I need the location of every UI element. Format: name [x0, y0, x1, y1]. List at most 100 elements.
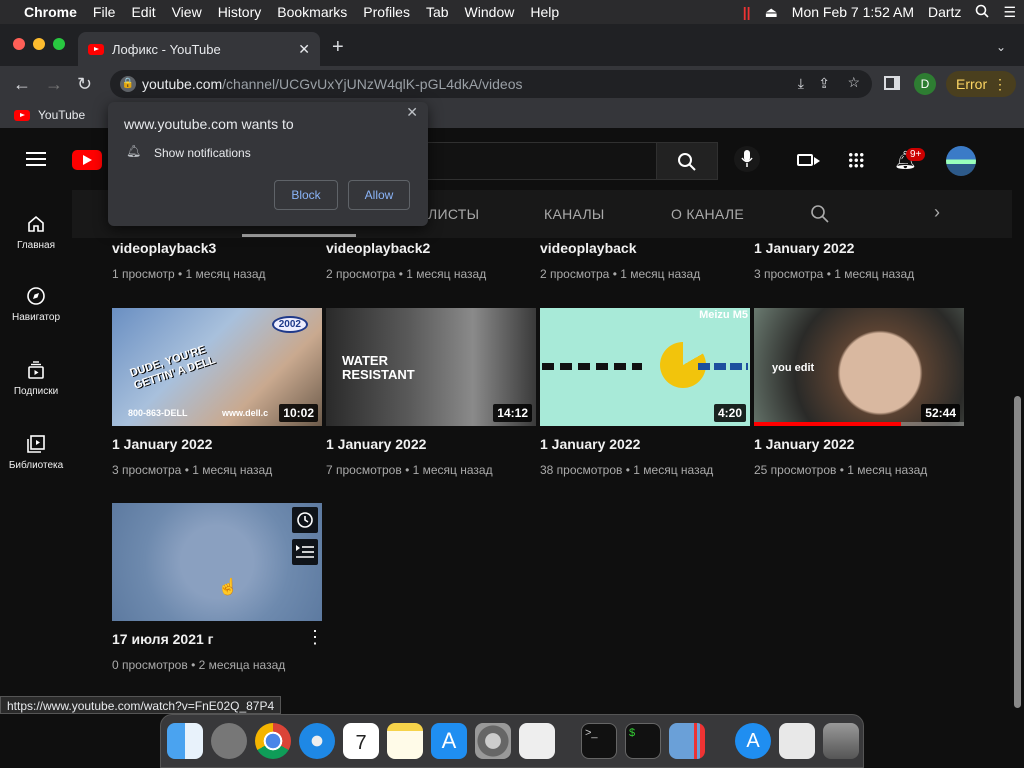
tab-search-icon[interactable]: ⌄ — [996, 38, 1006, 56]
pacman-trail — [698, 363, 748, 370]
video-thumbnail[interactable]: Meizu M5 4:20 — [540, 308, 750, 426]
video-card[interactable]: WATER RESISTANT 14:12 1 January 2022 7 п… — [326, 308, 536, 483]
recording-icon[interactable]: || — [743, 4, 751, 20]
eject-icon[interactable]: ⏏ — [765, 4, 778, 21]
video-menu-icon[interactable]: ⋮ — [306, 627, 324, 648]
video-card[interactable]: 2002 DUDE, YOU'RE GETTIN' A DELL 800-863… — [112, 308, 322, 483]
menu-help[interactable]: Help — [522, 4, 567, 20]
video-title[interactable]: 1 January 2022 — [754, 240, 854, 256]
youtube-logo[interactable] — [72, 150, 102, 170]
video-title[interactable]: videoplayback3 — [112, 240, 216, 256]
bookmark-youtube[interactable]: YouTube — [38, 108, 85, 122]
video-thumbnail[interactable]: WATER RESISTANT 14:12 — [326, 308, 536, 426]
account-avatar[interactable] — [946, 146, 976, 176]
menu-file[interactable]: File — [85, 4, 124, 20]
notes-icon[interactable] — [387, 723, 423, 759]
voice-search-icon[interactable] — [734, 146, 760, 172]
video-meta: 2 просмотра • 1 месяц назад — [540, 267, 701, 281]
menu-tab[interactable]: Tab — [418, 4, 457, 20]
menu-view[interactable]: View — [164, 4, 210, 20]
tab-channels[interactable]: КАНАЛЫ — [544, 206, 605, 222]
chrome-icon[interactable] — [255, 723, 291, 759]
launchpad-icon[interactable] — [211, 723, 247, 759]
system-preferences-icon[interactable] — [475, 723, 511, 759]
video-card[interactable]: Meizu M5 4:20 1 January 2022 38 просмотр… — [540, 308, 750, 483]
back-button[interactable]: ← — [13, 75, 31, 93]
channel-search-icon[interactable] — [810, 204, 830, 224]
minimize-window-button[interactable] — [33, 38, 45, 50]
spotlight-search-icon[interactable] — [975, 4, 990, 21]
downloads-file-icon[interactable] — [779, 723, 815, 759]
allow-button[interactable]: Allow — [348, 180, 410, 210]
sidebar-item-home[interactable]: Главная — [0, 214, 72, 251]
video-title[interactable]: 1 January 2022 — [540, 436, 640, 452]
safari-icon[interactable] — [299, 723, 335, 759]
close-tab-icon[interactable]: ✕ — [298, 41, 310, 58]
hamburger-menu-icon[interactable] — [26, 152, 46, 166]
terminal-icon[interactable]: >_ — [581, 723, 617, 759]
profile-avatar[interactable]: D — [914, 73, 936, 95]
add-to-queue-icon[interactable] — [292, 539, 318, 565]
error-button[interactable]: Error ⋮ — [946, 71, 1016, 97]
share-icon[interactable]: ⇪ — [818, 75, 830, 92]
search-input[interactable] — [400, 142, 656, 180]
home-icon — [28, 215, 44, 232]
video-thumbnail[interactable]: you edit 52:44 — [754, 308, 964, 426]
video-meta: 38 просмотров • 1 месяц назад — [540, 463, 714, 477]
sidebar-item-label: Главная — [16, 240, 56, 251]
sidebar-item-explore[interactable]: Навигатор — [0, 286, 72, 323]
video-thumbnail[interactable]: ☝ — [112, 503, 322, 621]
browser-tab[interactable]: Лофикс - YouTube ✕ — [78, 32, 320, 66]
sidebar-item-subscriptions[interactable]: Подписки — [0, 360, 72, 397]
close-window-button[interactable] — [13, 38, 25, 50]
sidebar-item-library[interactable]: Библиотека — [0, 434, 72, 471]
finder-icon[interactable] — [167, 723, 203, 759]
video-title[interactable]: 1 January 2022 — [326, 436, 426, 452]
page-scrollbar[interactable] — [1012, 128, 1024, 708]
video-title[interactable]: videoplayback — [540, 240, 637, 256]
app-store-icon[interactable]: A — [431, 723, 467, 759]
forward-button[interactable]: → — [45, 75, 63, 93]
menu-edit[interactable]: Edit — [123, 4, 163, 20]
user-name[interactable]: Dartz — [928, 4, 961, 20]
menu-profiles[interactable]: Profiles — [355, 4, 418, 20]
side-panel-icon[interactable] — [884, 76, 900, 90]
app-store-download-icon[interactable]: A — [735, 723, 771, 759]
close-dialog-icon[interactable]: ✕ — [406, 104, 418, 121]
video-title[interactable]: 1 January 2022 — [754, 436, 854, 452]
chevron-right-icon[interactable]: › — [934, 202, 940, 223]
scrollbar-thumb[interactable] — [1014, 396, 1021, 708]
video-thumbnail[interactable]: 2002 DUDE, YOU'RE GETTIN' A DELL 800-863… — [112, 308, 322, 426]
screen-recorder-icon[interactable] — [669, 723, 705, 759]
calendar-icon[interactable]: 7 — [343, 723, 379, 759]
search-button[interactable] — [656, 142, 718, 180]
video-card[interactable]: ☝ 17 июля 2021 г ⋮ 0 просмотров • 2 меся… — [112, 503, 324, 678]
error-label: Error — [956, 76, 988, 92]
menu-bookmarks[interactable]: Bookmarks — [269, 4, 355, 20]
video-title[interactable]: 1 January 2022 — [112, 436, 212, 452]
tab-playlists[interactable]: ЛИСТЫ — [428, 206, 479, 222]
maximize-window-button[interactable] — [53, 38, 65, 50]
terminal-green-icon[interactable]: $ — [625, 723, 661, 759]
video-card[interactable]: you edit 52:44 1 January 2022 25 просмот… — [754, 308, 964, 483]
apps-grid-icon[interactable] — [848, 152, 864, 168]
app-menu[interactable]: Chrome — [16, 4, 85, 20]
roblox-icon[interactable] — [519, 723, 555, 759]
bookmark-star-icon[interactable]: ☆ — [847, 74, 860, 91]
install-icon[interactable]: ⤓ — [798, 75, 804, 92]
clock[interactable]: Mon Feb 7 1:52 AM — [792, 4, 914, 20]
control-center-icon[interactable]: ☰ — [1003, 4, 1016, 21]
menu-history[interactable]: History — [210, 4, 270, 20]
block-button[interactable]: Block — [274, 180, 338, 210]
trash-icon[interactable] — [823, 723, 859, 759]
video-title[interactable]: videoplayback2 — [326, 240, 430, 256]
lock-icon[interactable]: 🔒 — [120, 76, 136, 92]
create-video-icon[interactable] — [797, 154, 820, 166]
new-tab-button[interactable]: + — [332, 37, 344, 57]
tab-about[interactable]: О КАНАЛЕ — [671, 206, 744, 222]
reload-button[interactable]: ↻ — [77, 75, 92, 93]
video-title[interactable]: 17 июля 2021 г — [112, 631, 214, 647]
address-bar[interactable]: 🔒 youtube.com/channel/UCGvUxYjUNzW4qlK-p… — [110, 70, 872, 98]
menu-window[interactable]: Window — [457, 4, 523, 20]
watch-later-icon[interactable] — [292, 507, 318, 533]
